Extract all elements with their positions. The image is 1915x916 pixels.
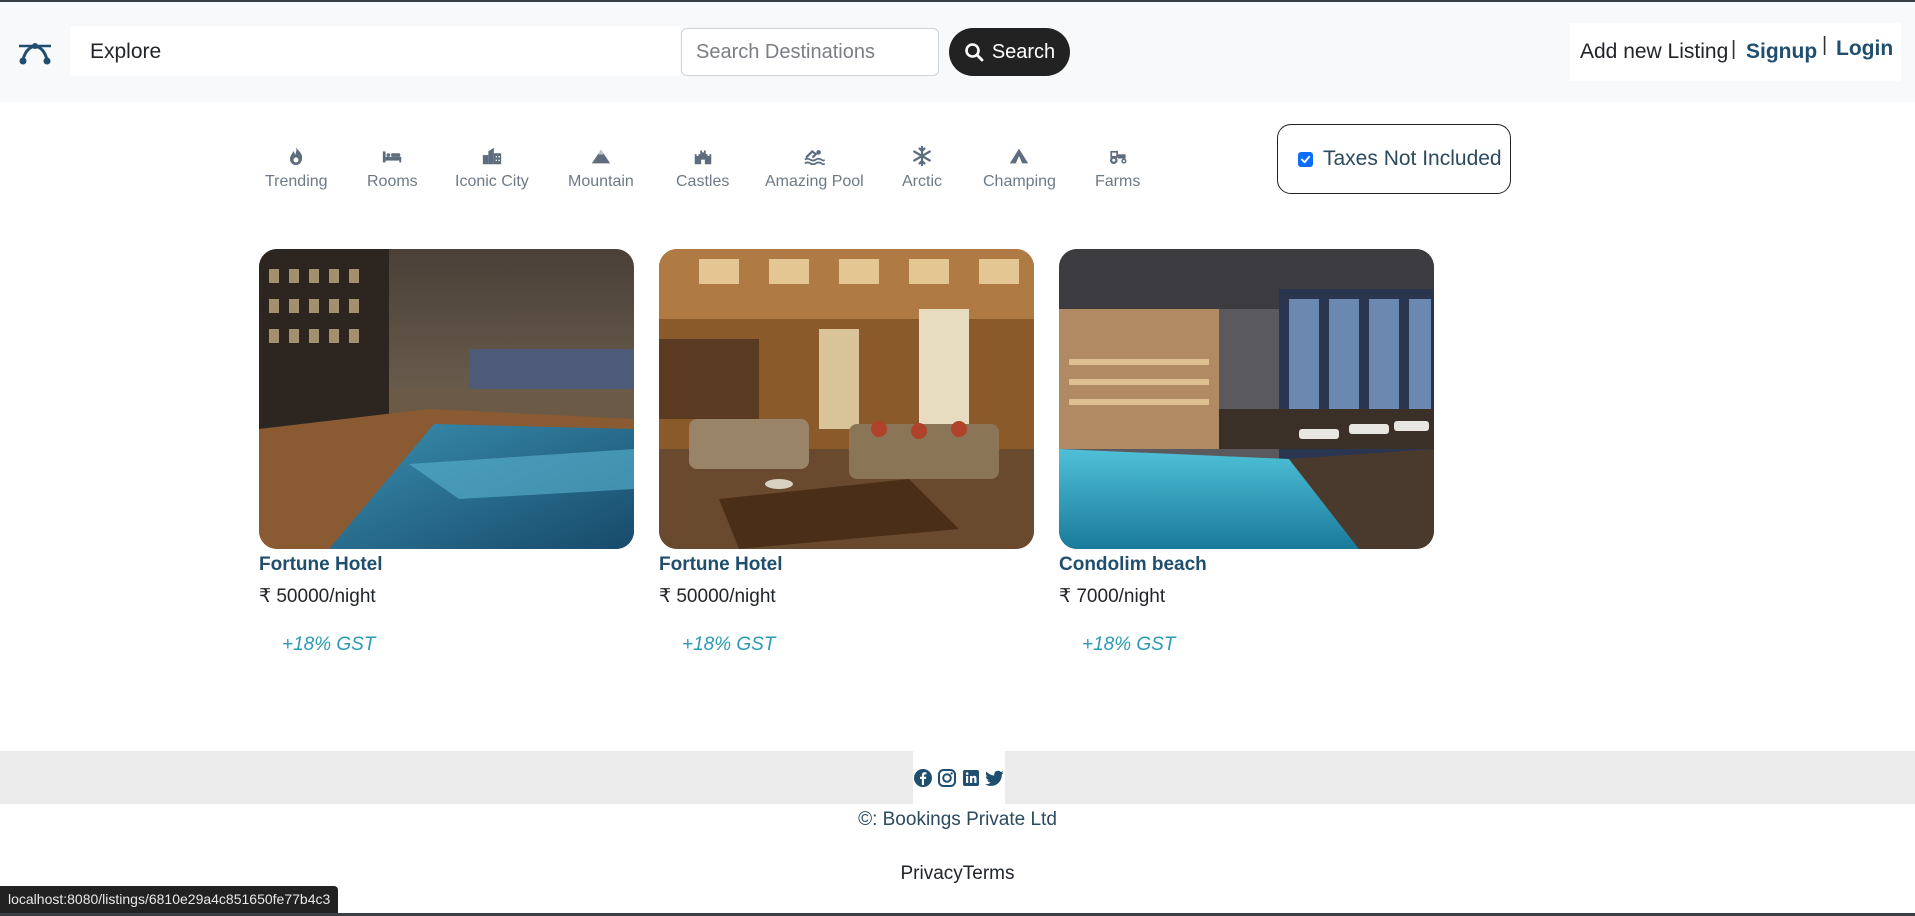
filter-iconic-city[interactable]: Iconic City xyxy=(455,145,529,191)
filter-rooms[interactable]: Rooms xyxy=(367,145,418,191)
filter-arctic[interactable]: Arctic xyxy=(902,145,942,191)
listing-card[interactable]: Fortune Hotel ₹ 50000/night +18% GST xyxy=(659,249,1034,655)
listing-gst: +18% GST xyxy=(282,634,376,655)
listing-gst: +18% GST xyxy=(1082,634,1176,655)
tent-icon xyxy=(1010,148,1029,164)
explore-container xyxy=(70,26,680,76)
login-link[interactable]: Login xyxy=(1836,37,1893,61)
add-listing-link[interactable]: Add new Listing xyxy=(1580,40,1728,64)
tractor-icon xyxy=(1109,150,1127,165)
listing-card[interactable]: Condolim beach ₹ 7000/night +18% GST xyxy=(1059,249,1434,655)
tax-toggle[interactable]: Taxes Not Included xyxy=(1277,124,1511,194)
listing-title[interactable]: Fortune Hotel xyxy=(259,554,383,576)
compass-curve-icon[interactable] xyxy=(17,38,53,68)
twitter-icon[interactable] xyxy=(985,768,1005,788)
filter-champing[interactable]: Champing xyxy=(983,145,1056,191)
filter-amazing-pool[interactable]: Amazing Pool xyxy=(765,145,864,191)
listing-price: ₹ 50000/night xyxy=(659,586,776,607)
listing-image[interactable] xyxy=(259,249,634,549)
instagram-icon[interactable] xyxy=(937,768,957,788)
tax-checkbox[interactable] xyxy=(1298,151,1313,167)
checkmark-icon xyxy=(1300,155,1311,163)
copyright-text: ©: Bookings Private Ltd xyxy=(858,809,1057,830)
listing-price: ₹ 7000/night xyxy=(1059,586,1166,607)
city-icon xyxy=(482,147,502,165)
nav-separator: | xyxy=(1822,34,1828,56)
search-icon xyxy=(965,43,984,62)
linkedin-icon[interactable] xyxy=(961,768,981,788)
listing-gst: +18% GST xyxy=(682,634,776,655)
search-button[interactable]: Search xyxy=(949,28,1070,76)
listing-price: ₹ 50000/night xyxy=(259,586,376,607)
swimmer-icon xyxy=(804,149,826,166)
filter-trending[interactable]: Trending xyxy=(265,145,328,191)
signup-link[interactable]: Signup xyxy=(1746,40,1817,64)
facebook-icon[interactable] xyxy=(913,768,933,788)
search-button-label: Search xyxy=(991,40,1056,63)
social-links xyxy=(913,751,1005,804)
tax-toggle-label: Taxes Not Included xyxy=(1323,147,1502,170)
castle-icon xyxy=(694,150,711,165)
filter-mountain[interactable]: Mountain xyxy=(568,145,634,191)
listing-image[interactable] xyxy=(1059,249,1434,549)
nav-separator: | xyxy=(1731,38,1737,60)
explore-link[interactable]: Explore xyxy=(90,40,161,64)
listing-title[interactable]: Fortune Hotel xyxy=(659,554,783,576)
snowflake-icon xyxy=(913,145,931,167)
filter-farms[interactable]: Farms xyxy=(1095,145,1140,191)
mountain-icon xyxy=(591,149,611,164)
fire-icon xyxy=(290,147,303,165)
status-bar-url: localhost:8080/listings/6810e29a4c851650… xyxy=(0,886,339,913)
bed-icon xyxy=(383,151,402,163)
listing-card[interactable]: Fortune Hotel ₹ 50000/night +18% GST xyxy=(259,249,634,655)
search-input[interactable] xyxy=(681,28,939,76)
footer-links[interactable]: PrivacyTerms xyxy=(0,863,1915,885)
listing-image[interactable] xyxy=(659,249,1034,549)
filter-castles[interactable]: Castles xyxy=(676,145,729,191)
listing-title[interactable]: Condolim beach xyxy=(1059,554,1207,576)
